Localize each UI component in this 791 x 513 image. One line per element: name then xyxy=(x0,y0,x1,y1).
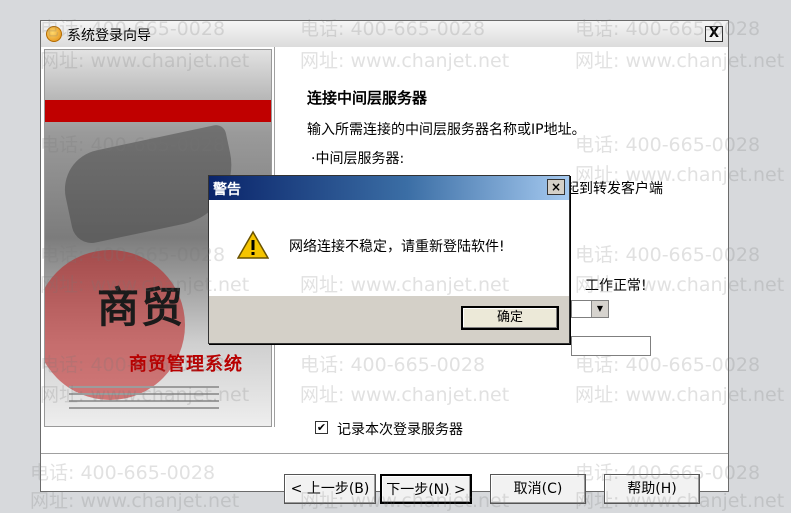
server-description-tail: 工作正常! xyxy=(585,278,647,294)
wizard-title: 系统登录向导 xyxy=(67,28,151,44)
warning-close-button[interactable]: × xyxy=(547,179,565,195)
footer-divider xyxy=(41,453,728,454)
next-button[interactable]: 下一步(N) > xyxy=(380,474,472,504)
warning-icon xyxy=(237,230,269,259)
artwork-product-subtitle: 商贸管理系统 xyxy=(129,354,243,375)
server-address-input[interactable] xyxy=(571,336,651,356)
warning-body: 网络连接不稳定，请重新登陆软件! xyxy=(209,200,569,296)
warning-title: 警告 xyxy=(213,182,241,198)
server-select[interactable]: ▼ xyxy=(571,300,609,318)
ok-button[interactable]: 确定 xyxy=(461,306,559,330)
wizard-close-button[interactable]: X xyxy=(705,26,723,42)
warning-footer: 确定 xyxy=(209,296,569,343)
artwork-product-title: 商贸 xyxy=(97,283,186,332)
cancel-button[interactable]: 取消(C) xyxy=(490,474,586,504)
help-button[interactable]: 帮助(H) xyxy=(604,474,700,504)
wizard-titlebar[interactable]: 系统登录向导 X xyxy=(41,21,728,48)
artwork-fine-print xyxy=(69,386,219,414)
server-bullet-label: ·中间层服务器: xyxy=(311,151,405,167)
chevron-down-icon[interactable]: ▼ xyxy=(591,301,608,317)
artwork-red-band xyxy=(45,100,271,122)
remember-server-label: 记录本次登录服务器 xyxy=(337,422,463,438)
warning-titlebar[interactable]: 警告 × xyxy=(209,176,569,200)
step-heading: 连接中间层服务器 xyxy=(307,89,428,107)
warning-dialog: 警告 × 网络连接不稳定，请重新登陆软件! 确定 xyxy=(208,175,570,344)
step-intro: 输入所需连接的中间层服务器名称或IP地址。 xyxy=(307,122,586,138)
remember-server-checkbox[interactable]: ✔ xyxy=(315,421,328,434)
warning-message: 网络连接不稳定，请重新登陆软件! xyxy=(289,239,505,255)
app-icon xyxy=(46,26,62,42)
prev-button[interactable]: < 上一步(B) xyxy=(284,474,376,504)
